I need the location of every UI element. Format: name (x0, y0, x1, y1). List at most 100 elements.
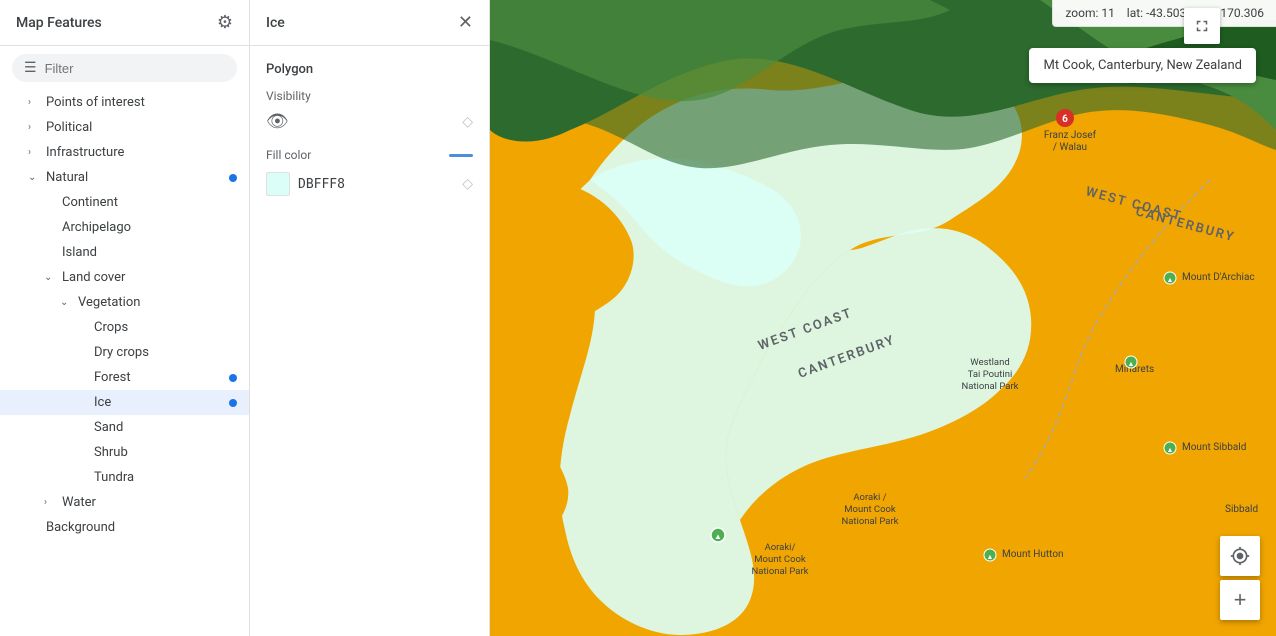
sidebar-item-crops[interactable]: Crops (0, 315, 249, 340)
lat-value: -43.503 (1146, 6, 1186, 20)
sidebar-item-label: Tundra (94, 470, 134, 485)
panel-header: Ice ✕ (250, 0, 489, 46)
zoom-label: zoom: (1065, 6, 1098, 20)
sidebar-item-natural[interactable]: ⌄Natural (0, 165, 249, 190)
map-controls: + (1220, 536, 1260, 620)
tree-container: ›Points of interest›Political›Infrastruc… (0, 90, 249, 540)
sidebar-item-label: Shrub (94, 445, 128, 460)
svg-text:Aoraki /: Aoraki / (853, 492, 886, 503)
svg-text:Tai Poutini: Tai Poutini (968, 369, 1013, 380)
sidebar-item-ice[interactable]: Ice (0, 390, 249, 415)
sidebar-item-label: Political (46, 120, 92, 135)
panel-body: Polygon Visibility 👁 ◇ Fill color DBFFF8… (250, 46, 489, 636)
sidebar: Map Features ⚙ ☰ ›Points of interest›Pol… (0, 0, 250, 636)
sidebar-item-land-cover[interactable]: ⌄ Land cover (0, 265, 249, 290)
gear-icon[interactable]: ⚙ (217, 12, 233, 33)
svg-text:Mount Cook: Mount Cook (754, 554, 806, 565)
svg-text:/ Walau: / Walau (1053, 142, 1087, 153)
fullscreen-button[interactable] (1184, 8, 1220, 44)
chevron-icon: › (28, 122, 42, 133)
sidebar-item-continent[interactable]: Continent (0, 190, 249, 215)
sidebar-item-label: Dry crops (94, 345, 149, 360)
active-dot (229, 399, 237, 407)
fill-color-label: Fill color (266, 148, 311, 162)
sidebar-item-label: Land cover (62, 270, 125, 285)
sidebar-item-label: Archipelago (62, 220, 131, 235)
sidebar-item-vegetation[interactable]: ⌄ Vegetation (0, 290, 249, 315)
svg-text:National Park: National Park (751, 566, 808, 577)
svg-text:Mount Hutton: Mount Hutton (1002, 549, 1064, 560)
sidebar-item-forest[interactable]: Forest (0, 365, 249, 390)
sidebar-item-dry-crops[interactable]: Dry crops (0, 340, 249, 365)
location-text: Mt Cook, Canterbury, New Zealand (1043, 58, 1242, 73)
svg-text:National Park: National Park (841, 516, 898, 527)
location-button[interactable] (1220, 536, 1260, 576)
sidebar-item-label: Crops (94, 320, 128, 335)
chevron-icon: ⌄ (44, 272, 58, 283)
polygon-label: Polygon (266, 62, 473, 77)
svg-text:Mount Sibbald: Mount Sibbald (1182, 442, 1246, 453)
sidebar-item-background[interactable]: Background (0, 515, 249, 540)
sidebar-item-tundra[interactable]: Tundra (0, 465, 249, 490)
svg-text:Westland: Westland (970, 357, 1009, 368)
sidebar-item-infrastructure[interactable]: › Infrastructure (0, 140, 249, 165)
fill-color-line (449, 154, 473, 157)
panel-title: Ice (266, 15, 285, 31)
sidebar-item-label: Continent (62, 195, 118, 210)
map-area[interactable]: 6 Franz Josef / Walau WEST COAST WEST CO… (490, 0, 1276, 636)
color-diamond-icon[interactable]: ◇ (462, 176, 473, 192)
svg-text:6: 6 (1062, 114, 1068, 125)
chevron-icon: › (28, 147, 42, 158)
sidebar-item-label: Water (62, 495, 96, 510)
sidebar-item-label: Forest (94, 370, 131, 385)
close-icon[interactable]: ✕ (458, 12, 473, 33)
visibility-row: 👁 ◇ (266, 111, 473, 132)
svg-text:▲: ▲ (987, 553, 994, 561)
svg-text:▲: ▲ (1167, 276, 1174, 284)
sidebar-item-points-of-interest[interactable]: ›Points of interest (0, 90, 249, 115)
color-swatch[interactable] (266, 172, 290, 196)
map-topbar: zoom: 11 lat: -43.503 lng: 170.306 (1052, 0, 1276, 27)
svg-text:Mount D'Archiac: Mount D'Archiac (1182, 272, 1255, 283)
filter-icon: ☰ (24, 60, 37, 76)
active-dot (229, 174, 237, 182)
sidebar-item-island[interactable]: Island (0, 240, 249, 265)
sidebar-item-label: Ice (94, 395, 111, 410)
svg-text:Aoraki/: Aoraki/ (765, 542, 796, 553)
svg-text:Mount Cook: Mount Cook (844, 504, 896, 515)
fill-color-row: Fill color (266, 148, 473, 162)
sidebar-item-label: Island (62, 245, 97, 260)
lng-value: 170.306 (1220, 6, 1264, 20)
svg-text:▲: ▲ (1128, 360, 1135, 368)
sidebar-title: Map Features (16, 15, 102, 31)
chevron-icon: ⌄ (60, 297, 74, 308)
sidebar-item-label: Background (46, 520, 115, 535)
sidebar-item-label: Natural (46, 170, 88, 185)
sidebar-item-archipelago[interactable]: Archipelago (0, 215, 249, 240)
color-swatch-row[interactable]: DBFFF8 ◇ (266, 172, 473, 196)
sidebar-item-label: Infrastructure (46, 145, 124, 160)
svg-text:National Park: National Park (961, 381, 1018, 392)
sidebar-item-political[interactable]: › Political (0, 115, 249, 140)
sidebar-item-shrub[interactable]: Shrub (0, 440, 249, 465)
eye-icon[interactable]: 👁 (266, 111, 289, 132)
lat-label: lat: (1127, 6, 1143, 20)
chevron-icon: › (28, 97, 42, 108)
sidebar-item-label: Sand (94, 420, 123, 435)
active-dot (229, 374, 237, 382)
feature-panel: Ice ✕ Polygon Visibility 👁 ◇ Fill color … (250, 0, 490, 636)
zoom-value: 11 (1101, 6, 1115, 20)
sidebar-item-water[interactable]: ›Water (0, 490, 249, 515)
zoom-in-button[interactable]: + (1220, 580, 1260, 620)
svg-text:▲: ▲ (714, 532, 722, 541)
visibility-diamond-icon[interactable]: ◇ (462, 114, 473, 130)
filter-box: ☰ (12, 54, 237, 82)
sidebar-item-label: Vegetation (78, 295, 140, 310)
color-hex-value: DBFFF8 (298, 177, 345, 192)
sidebar-header: Map Features ⚙ (0, 0, 249, 46)
svg-text:Sibbald: Sibbald (1225, 504, 1258, 515)
visibility-label: Visibility (266, 89, 473, 103)
svg-text:▲: ▲ (1167, 446, 1174, 454)
filter-input[interactable] (45, 61, 225, 76)
sidebar-item-sand[interactable]: Sand (0, 415, 249, 440)
